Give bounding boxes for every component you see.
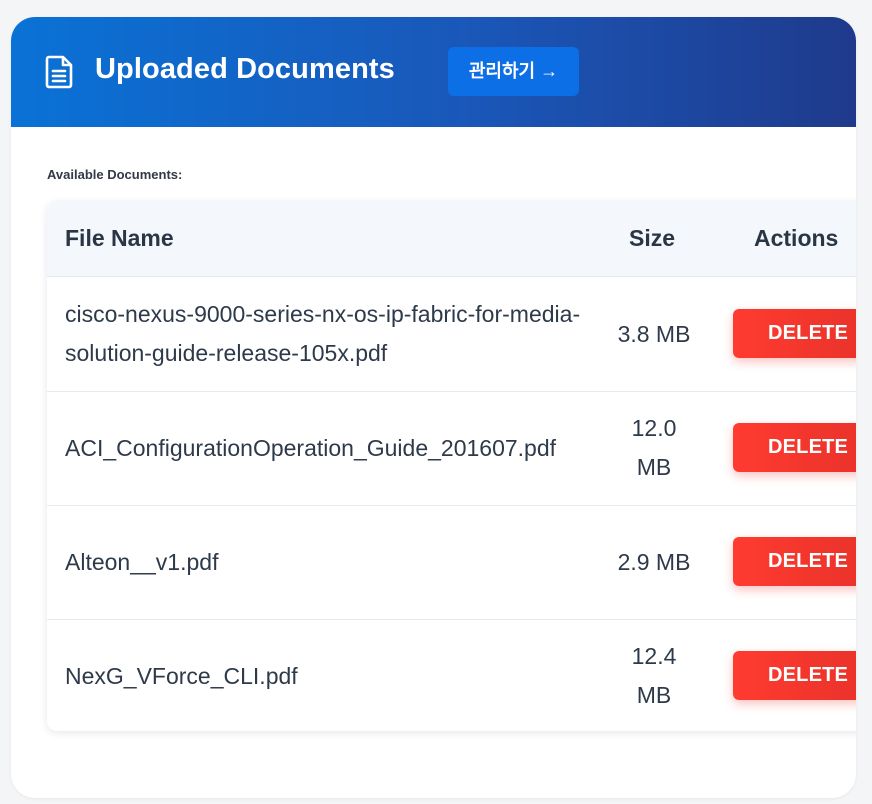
file-size-cell: 12.0 MB	[631, 415, 677, 480]
table-row: NexG_VForce_CLI.pdf 12.4 MB DELETE	[47, 619, 856, 731]
delete-button[interactable]: DELETE	[733, 651, 856, 700]
document-icon	[45, 55, 73, 89]
delete-button[interactable]: DELETE	[733, 423, 856, 472]
documents-card: Uploaded Documents 관리하기 → Available Docu…	[11, 17, 856, 798]
column-header-size: Size	[629, 225, 676, 251]
page-title: Uploaded Documents	[95, 53, 395, 85]
column-header-file-name: File Name	[65, 225, 174, 251]
documents-table: File Name Size Actions cisco-nexus-9000-…	[47, 201, 856, 731]
available-documents-label: Available Documents:	[47, 167, 183, 182]
manage-button[interactable]: 관리하기 →	[448, 47, 579, 96]
file-name-cell: ACI_ConfigurationOperation_Guide_201607.…	[65, 434, 557, 461]
file-size-cell: 2.9 MB	[617, 548, 691, 575]
file-name-cell: cisco-nexus-9000-series-nx-os-ip-fabric-…	[65, 301, 581, 366]
file-size-cell: 3.8 MB	[617, 320, 691, 347]
file-name-cell: Alteon__v1.pdf	[65, 548, 219, 575]
table-row: ACI_ConfigurationOperation_Guide_201607.…	[47, 391, 856, 506]
delete-button[interactable]: DELETE	[733, 309, 856, 358]
table-row: Alteon__v1.pdf 2.9 MB DELETE	[47, 505, 856, 620]
column-header-actions: Actions	[754, 225, 839, 251]
delete-button[interactable]: DELETE	[733, 537, 856, 586]
card-header: Uploaded Documents 관리하기 →	[11, 17, 856, 127]
table-header: File Name Size Actions	[47, 201, 856, 277]
file-size-cell: 12.4 MB	[631, 643, 677, 708]
table-row: cisco-nexus-9000-series-nx-os-ip-fabric-…	[47, 277, 856, 392]
file-name-cell: NexG_VForce_CLI.pdf	[65, 662, 298, 689]
